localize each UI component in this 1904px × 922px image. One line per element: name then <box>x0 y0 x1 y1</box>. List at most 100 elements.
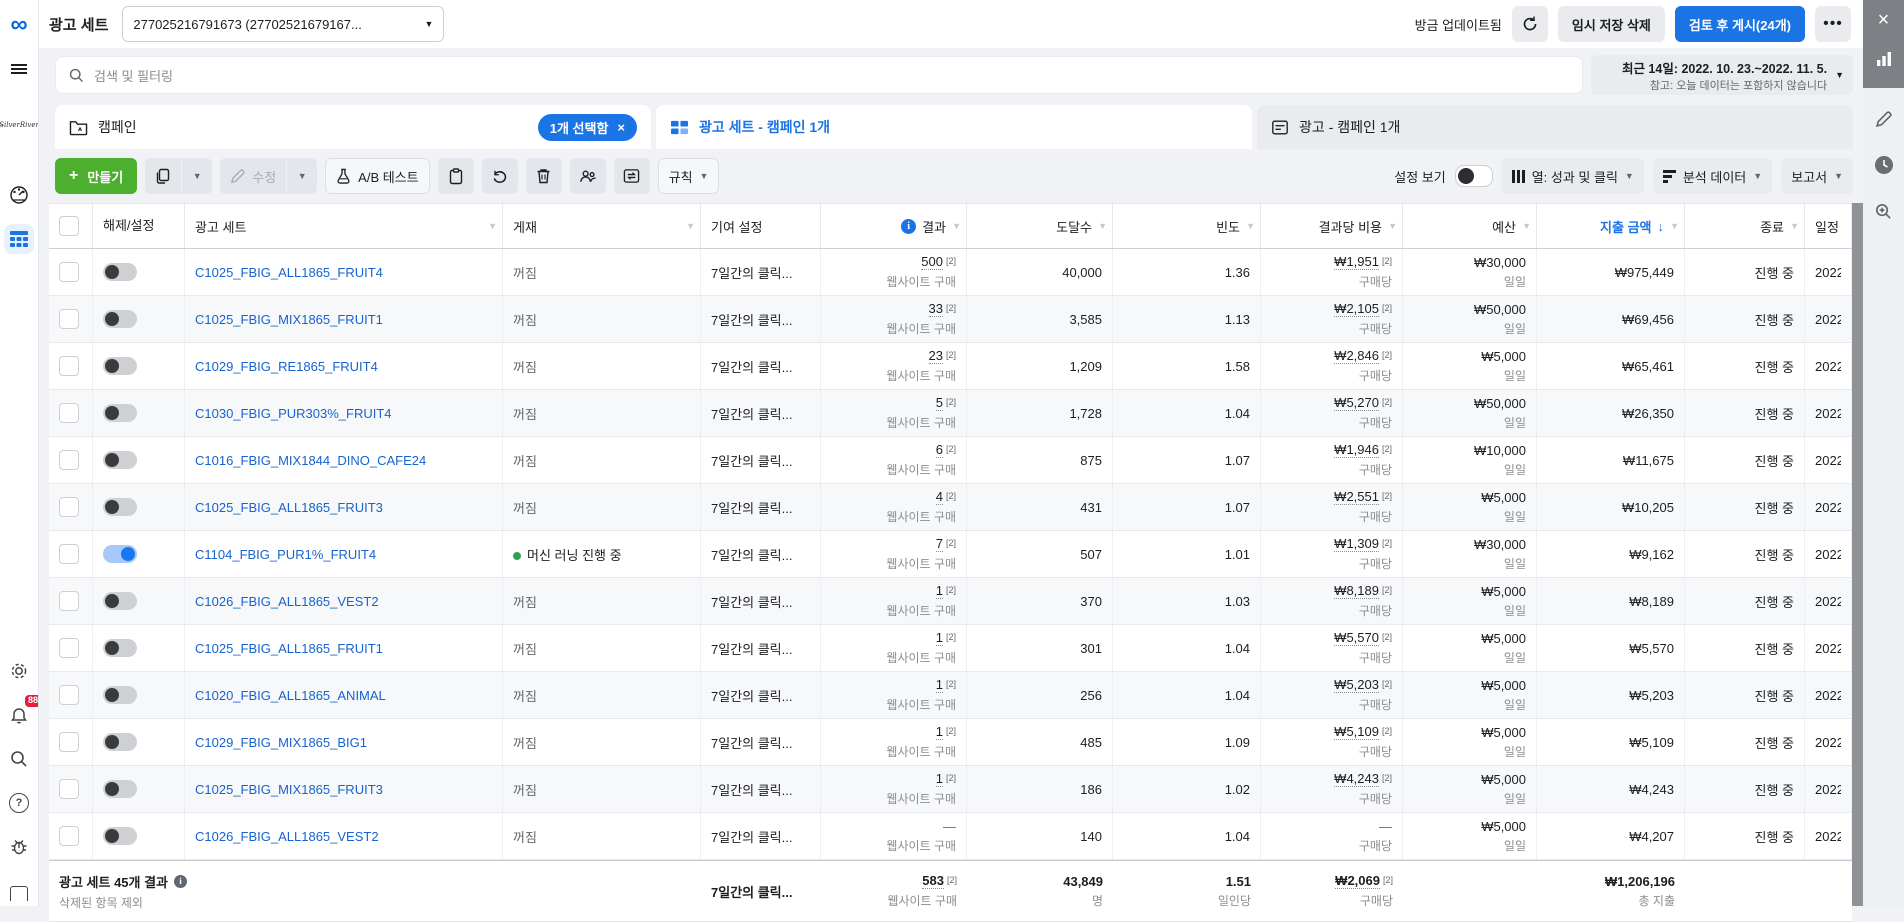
row-toggle[interactable] <box>103 827 137 845</box>
row-checkbox[interactable] <box>59 779 79 799</box>
column-header-budget[interactable]: 예산▼ <box>1403 204 1537 248</box>
row-toggle[interactable] <box>103 733 137 751</box>
tab-ad-sets[interactable]: 광고 세트 - 캠페인 1개 <box>656 105 1252 149</box>
sort-caret-icon[interactable]: ▼ <box>686 221 695 231</box>
bug-report-icon[interactable] <box>4 832 34 862</box>
campaigns-table-icon[interactable] <box>4 224 34 254</box>
column-header-ends[interactable]: 종료▼ <box>1685 204 1805 248</box>
close-icon[interactable]: × <box>1878 10 1890 30</box>
create-button[interactable]: + 만들기 <box>55 158 137 194</box>
column-header-name[interactable]: 광고 세트▼ <box>185 204 503 248</box>
history-clock-icon[interactable] <box>1869 150 1899 180</box>
sort-caret-icon[interactable]: ▼ <box>1670 221 1679 231</box>
column-header-frequency[interactable]: 빈도▼ <box>1113 204 1261 248</box>
edit-options-button[interactable]: ▼ <box>287 158 317 194</box>
column-header-select[interactable] <box>49 204 93 248</box>
sort-caret-icon[interactable]: ▼ <box>1790 221 1799 231</box>
ad-set-link[interactable]: C1025_FBIG_ALL1865_FRUIT1 <box>195 641 492 656</box>
row-toggle[interactable] <box>103 357 137 375</box>
close-icon[interactable]: × <box>617 120 625 135</box>
sort-caret-icon[interactable]: ▼ <box>1522 221 1531 231</box>
column-header-delivery[interactable]: 게재▼ <box>503 204 701 248</box>
ad-set-link[interactable]: C1025_FBIG_MIX1865_FRUIT1 <box>195 312 492 327</box>
ad-set-link[interactable]: C1025_FBIG_MIX1865_FRUIT3 <box>195 782 492 797</box>
column-header-toggle[interactable]: 해제/설정 <box>93 204 185 248</box>
breakdown-dropdown-button[interactable]: 분석 데이터 ▼ <box>1653 158 1772 194</box>
menu-hamburger-icon[interactable] <box>4 54 34 84</box>
more-options-button[interactable]: ••• <box>1815 6 1851 42</box>
date-range-selector[interactable]: 최근 14일: 2022. 10. 23.~2022. 11. 5. 참고: 오… <box>1591 55 1853 95</box>
row-checkbox[interactable] <box>59 497 79 517</box>
row-toggle[interactable] <box>103 780 137 798</box>
ad-set-link[interactable]: C1025_FBIG_ALL1865_FRUIT4 <box>195 265 492 280</box>
sort-caret-icon[interactable]: ▼ <box>1388 221 1397 231</box>
ad-set-link[interactable]: C1029_FBIG_RE1865_FRUIT4 <box>195 359 492 374</box>
reports-dropdown-button[interactable]: 보고서 ▼ <box>1781 158 1853 194</box>
sort-caret-icon[interactable]: ▼ <box>488 221 497 231</box>
vertical-scrollbar[interactable] <box>1852 203 1863 906</box>
selected-filter-pill[interactable]: 1개 선택함 × <box>538 114 637 141</box>
undo-button[interactable] <box>482 158 518 194</box>
sort-caret-icon[interactable]: ▼ <box>1098 221 1107 231</box>
row-toggle[interactable] <box>103 263 137 281</box>
discard-drafts-button[interactable]: 임시 저장 삭제 <box>1558 6 1665 42</box>
column-header-cpr[interactable]: 결과당 비용▼ <box>1261 204 1403 248</box>
column-header-attribution[interactable]: 기여 설정 <box>701 204 821 248</box>
clipped-panel-icon[interactable] <box>4 876 34 906</box>
tab-ads[interactable]: 광고 - 캠페인 1개 <box>1257 105 1853 149</box>
ad-set-link[interactable]: C1025_FBIG_ALL1865_FRUIT3 <box>195 500 492 515</box>
columns-dropdown-button[interactable]: 열: 성과 및 클릭 ▼ <box>1502 158 1644 194</box>
ab-test-button[interactable]: A/B 테스트 <box>325 158 429 194</box>
duplicate-options-button[interactable]: ▼ <box>182 158 212 194</box>
row-toggle[interactable] <box>103 404 137 422</box>
row-checkbox[interactable] <box>59 826 79 846</box>
entity-selector-dropdown[interactable]: 277025216791673 (27702521679167... ▼ <box>122 6 444 42</box>
rules-dropdown-button[interactable]: 규칙 ▼ <box>658 158 720 194</box>
row-checkbox[interactable] <box>59 544 79 564</box>
row-toggle[interactable] <box>103 498 137 516</box>
publish-button[interactable]: 검토 후 게시(24개) <box>1675 6 1805 42</box>
row-toggle[interactable] <box>103 686 137 704</box>
ad-set-link[interactable]: C1026_FBIG_ALL1865_VEST2 <box>195 829 492 844</box>
info-icon[interactable]: i <box>174 875 187 888</box>
row-checkbox[interactable] <box>59 262 79 282</box>
audience-button[interactable] <box>570 158 606 194</box>
zoom-search-icon[interactable] <box>1869 196 1899 226</box>
meta-logo-icon[interactable]: ∞ <box>4 10 34 40</box>
account-logo[interactable]: S̶ilverRiver <box>4 110 34 140</box>
column-header-schedule[interactable]: 일정 <box>1805 204 1852 248</box>
column-header-results[interactable]: i결과▼ <box>821 204 967 248</box>
select-all-checkbox[interactable] <box>59 216 79 236</box>
row-checkbox[interactable] <box>59 591 79 611</box>
export-import-button[interactable] <box>614 158 650 194</box>
row-checkbox[interactable] <box>59 356 79 376</box>
sort-caret-icon[interactable]: ▼ <box>952 221 961 231</box>
edit-panel-icon[interactable] <box>1869 104 1899 134</box>
settings-gear-icon[interactable] <box>4 656 34 686</box>
delete-button[interactable] <box>526 158 562 194</box>
row-toggle[interactable] <box>103 639 137 657</box>
row-checkbox[interactable] <box>59 403 79 423</box>
ad-set-link[interactable]: C1026_FBIG_ALL1865_VEST2 <box>195 594 492 609</box>
sort-caret-icon[interactable]: ▼ <box>1246 221 1255 231</box>
help-icon[interactable]: ? <box>4 788 34 818</box>
gauge-icon[interactable] <box>4 180 34 210</box>
ad-set-link[interactable]: C1030_FBIG_PUR303%_FRUIT4 <box>195 406 492 421</box>
ad-set-link[interactable]: C1020_FBIG_ALL1865_ANIMAL <box>195 688 492 703</box>
column-header-spent[interactable]: 지출 금액↓▼ <box>1537 204 1685 248</box>
column-header-reach[interactable]: 도달수▼ <box>967 204 1113 248</box>
row-checkbox[interactable] <box>59 638 79 658</box>
row-toggle[interactable] <box>103 592 137 610</box>
settings-view-toggle[interactable] <box>1455 165 1493 187</box>
row-checkbox[interactable] <box>59 450 79 470</box>
bar-chart-icon[interactable] <box>1876 52 1892 66</box>
pin-clipboard-button[interactable] <box>438 158 474 194</box>
info-icon[interactable]: i <box>901 219 916 234</box>
edit-button[interactable]: 수정 <box>220 158 286 194</box>
row-toggle[interactable] <box>103 545 137 563</box>
ad-set-link[interactable]: C1029_FBIG_MIX1865_BIG1 <box>195 735 492 750</box>
row-toggle[interactable] <box>103 310 137 328</box>
row-checkbox[interactable] <box>59 685 79 705</box>
refresh-button[interactable] <box>1512 6 1548 42</box>
row-toggle[interactable] <box>103 451 137 469</box>
